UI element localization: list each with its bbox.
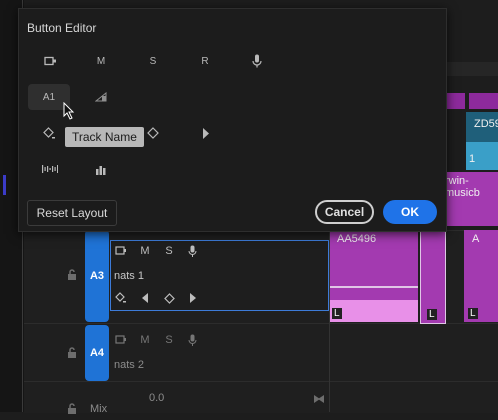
- sync-lock-icon[interactable]: [114, 245, 128, 257]
- track-target-a4[interactable]: A4: [85, 325, 109, 381]
- clip-number: 1: [469, 153, 476, 165]
- mix-value[interactable]: 0.0: [149, 392, 164, 404]
- audio-clip-small-1[interactable]: L: [420, 230, 446, 324]
- solo-button-a4[interactable]: S: [163, 334, 175, 346]
- button-editor-dialog: Button Editor M S R A1 Track Name Reset …: [18, 8, 447, 232]
- clip-label-a: A: [472, 233, 480, 245]
- go-to-end-icon[interactable]: [313, 391, 325, 409]
- clip-label-l3: L: [468, 308, 478, 319]
- audio-clip-erwin[interactable]: rwin-musicb: [445, 172, 498, 226]
- dialog-title: Button Editor: [27, 21, 97, 35]
- audio-clip-aa5496[interactable]: AA5496 L: [330, 230, 418, 322]
- add-keyframe-icon[interactable]: [163, 292, 175, 304]
- add-keyframe-icon[interactable]: [142, 124, 164, 142]
- mix-label: Mix: [90, 403, 108, 415]
- volume-meter-icon[interactable]: [90, 88, 112, 106]
- track-name-a3[interactable]: nats 1: [114, 270, 144, 282]
- sync-lock-icon-a4[interactable]: [114, 334, 128, 346]
- video-clip-header[interactable]: ZD59: [466, 112, 498, 142]
- sync-lock-icon[interactable]: [39, 52, 61, 70]
- lock-icon-a4[interactable]: [67, 346, 77, 364]
- mute-button-option[interactable]: M: [90, 52, 112, 70]
- waveform-icon[interactable]: [39, 160, 61, 178]
- tooltip-track-name: Track Name: [65, 127, 144, 147]
- next-keyframe-icon[interactable]: [187, 292, 197, 304]
- clip-label-aa: AA5496: [337, 233, 377, 245]
- record-button-option[interactable]: R: [194, 52, 216, 70]
- selection-marker: [3, 175, 6, 195]
- reset-layout-button[interactable]: Reset Layout: [27, 200, 117, 226]
- lock-icon-mix[interactable]: [67, 402, 77, 420]
- keyframe-toggle-icon[interactable]: [38, 124, 60, 142]
- clip-bar-1[interactable]: [445, 93, 465, 109]
- mouse-cursor-icon: [63, 101, 75, 125]
- solo-button-a3[interactable]: S: [163, 245, 175, 257]
- video-clip-body[interactable]: 1: [466, 142, 498, 170]
- audio-clip-small-2[interactable]: A L: [464, 230, 498, 322]
- solo-button-option[interactable]: S: [142, 52, 164, 70]
- microphone-icon[interactable]: [246, 52, 268, 70]
- clip-label-l2: L: [427, 309, 437, 320]
- track-name-a4[interactable]: nats 2: [114, 359, 144, 371]
- clip-bar-2[interactable]: [469, 93, 498, 109]
- keyframe-toggle-icon[interactable]: [114, 292, 128, 304]
- mute-button-a3[interactable]: M: [139, 245, 151, 257]
- mute-button-a4[interactable]: M: [139, 334, 151, 346]
- timeline-ruler: [445, 62, 498, 76]
- clip-label-l1: L: [332, 308, 342, 319]
- cancel-button[interactable]: Cancel: [315, 200, 374, 224]
- track-target-a3[interactable]: A3: [85, 230, 109, 322]
- microphone-icon-a4[interactable]: [186, 333, 198, 347]
- clip-label-zd: ZD59: [474, 118, 498, 130]
- clip-label-erwin: rwin-musicb: [445, 175, 480, 199]
- lock-icon[interactable]: [67, 268, 77, 286]
- microphone-icon[interactable]: [186, 244, 198, 258]
- next-keyframe-icon[interactable]: [194, 124, 216, 142]
- track-meter-icon[interactable]: [90, 160, 112, 178]
- prev-keyframe-icon[interactable]: [140, 292, 150, 304]
- ok-button[interactable]: OK: [383, 200, 437, 224]
